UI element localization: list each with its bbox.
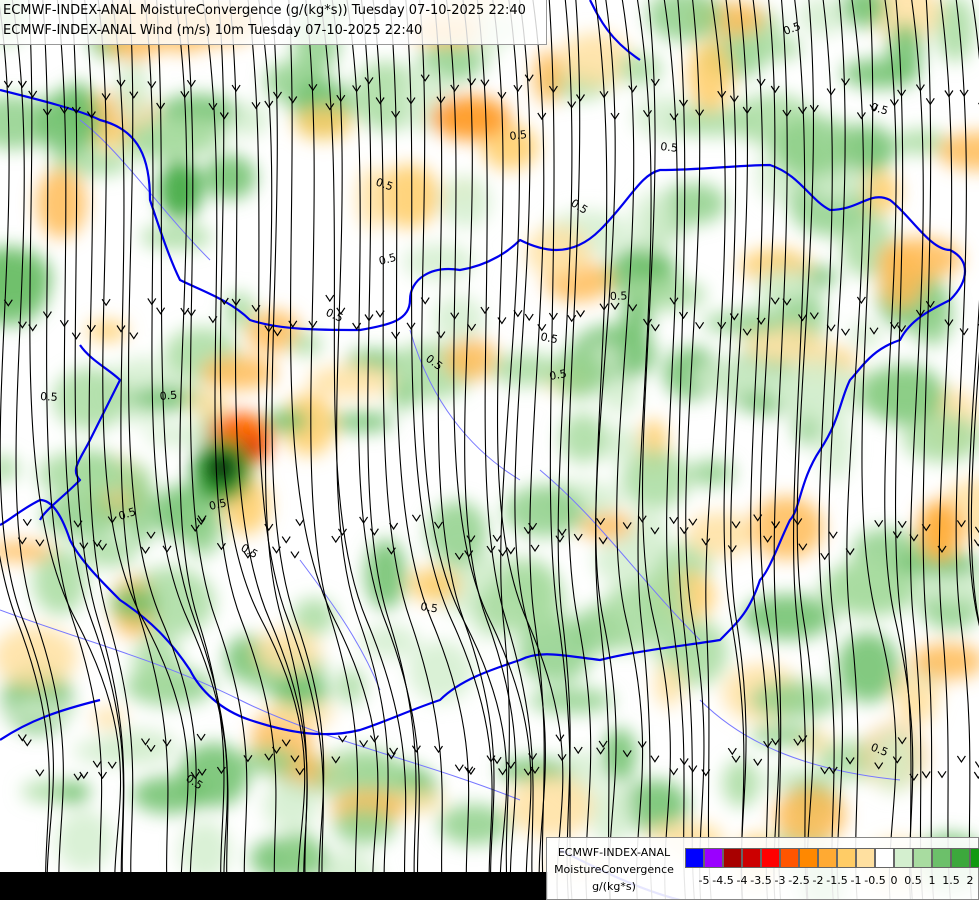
map-title-box: ECMWF-INDEX-ANAL MoistureConvergence (g/…	[0, 0, 547, 45]
legend-swatches	[685, 848, 979, 868]
legend-swatch	[894, 848, 913, 868]
legend-tick: -0.5	[864, 874, 886, 887]
legend-unit: g/(kg*s)	[592, 880, 636, 893]
legend-ticks: -5 -4.5 -4 -3.5 -3 -2.5 -2 -1.5 -1 -0.5 0 0.5 1 1.5 2	[685, 874, 977, 890]
bottom-strip	[0, 872, 548, 900]
legend-swatch	[761, 848, 780, 868]
color-legend: ECMWF-INDEX-ANAL MoistureConvergence g/(…	[546, 837, 979, 900]
legend-swatch	[875, 848, 894, 868]
legend-swatch	[685, 848, 704, 868]
legend-swatch	[799, 848, 818, 868]
title-line-1: ECMWF-INDEX-ANAL MoistureConvergence (g/…	[3, 3, 526, 18]
legend-swatch	[742, 848, 761, 868]
legend-tick: -2.5	[788, 874, 810, 887]
title-line-2: ECMWF-INDEX-ANAL Wind (m/s) 10m Tuesday …	[3, 23, 423, 38]
contour-label: 0.5	[420, 600, 439, 615]
legend-swatch	[704, 848, 723, 868]
legend-tick: -3	[774, 874, 786, 887]
legend-model: ECMWF-INDEX-ANAL	[557, 846, 671, 859]
legend-tick: -2	[812, 874, 824, 887]
legend-tick: -5	[698, 874, 710, 887]
legend-swatch	[780, 848, 799, 868]
legend-tick: -4	[736, 874, 748, 887]
legend-swatch	[837, 848, 856, 868]
moisture-convergence-map[interactable]: 0.50.50.50.50.50.50.50.50.50.50.50.50.50…	[0, 0, 979, 900]
legend-swatch	[723, 848, 742, 868]
legend-swatch	[856, 848, 875, 868]
legend-tick: -4.5	[712, 874, 734, 887]
legend-tick: 2	[966, 874, 974, 887]
legend-parameter: MoistureConvergence	[554, 863, 674, 876]
legend-swatch	[970, 848, 979, 868]
legend-swatch	[951, 848, 970, 868]
contour-label: 0.5	[610, 289, 628, 303]
contour-label: 0.5	[660, 140, 679, 155]
legend-tick: 1.5	[942, 874, 960, 887]
legend-swatch	[932, 848, 951, 868]
legend-swatch	[913, 848, 932, 868]
legend-tick: -3.5	[750, 874, 772, 887]
legend-tick: -1.5	[826, 874, 848, 887]
contour-label: 0.5	[159, 389, 178, 403]
contour-label: 0.5	[509, 128, 528, 143]
legend-swatch	[818, 848, 837, 868]
legend-labels: ECMWF-INDEX-ANAL MoistureConvergence g/(…	[547, 838, 681, 901]
contour-label: 0.5	[40, 390, 58, 404]
legend-tick: 1	[928, 874, 936, 887]
legend-tick: -1	[850, 874, 862, 887]
legend-tick: 0.5	[904, 874, 922, 887]
legend-tick: 0	[890, 874, 898, 887]
